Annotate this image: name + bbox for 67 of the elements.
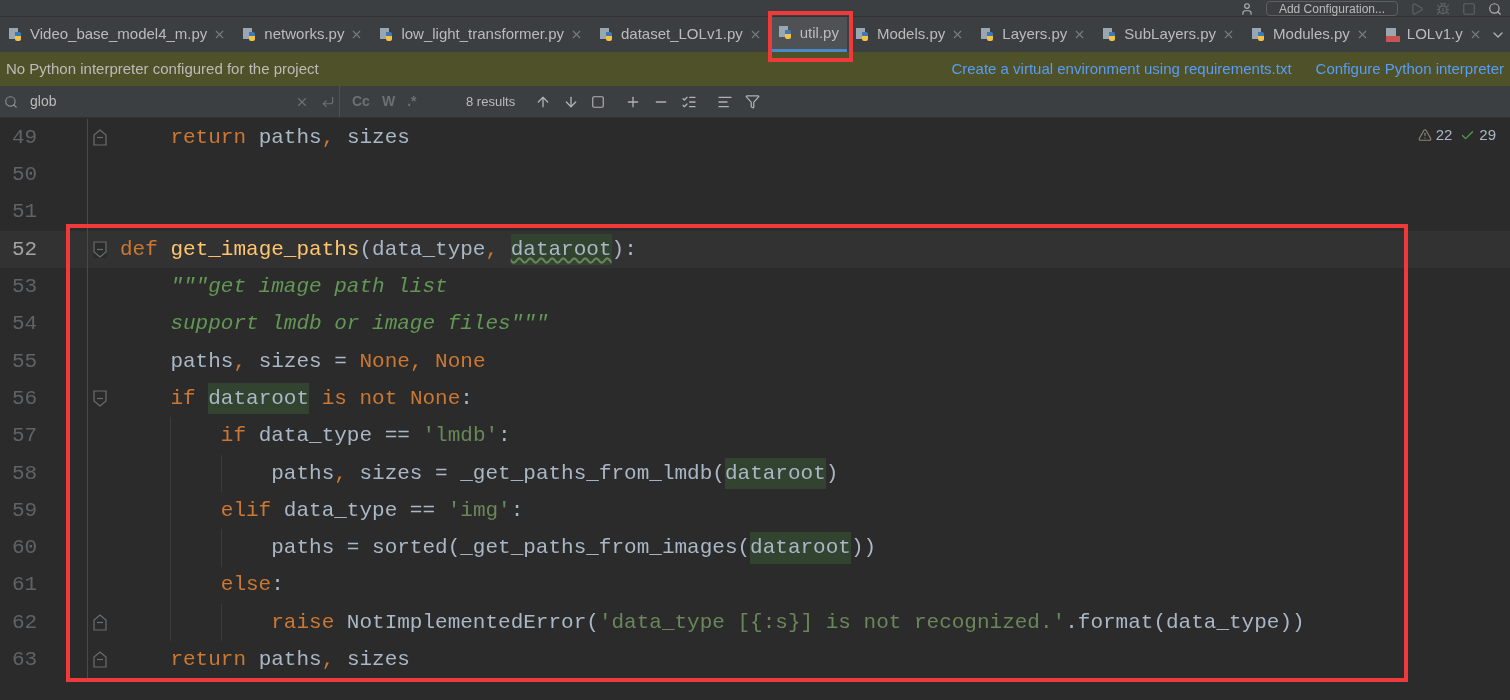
user-icon[interactable] (1239, 2, 1254, 16)
line-number: 53 (11, 274, 39, 301)
line-number: 59 (11, 497, 39, 524)
line-number: 51 (11, 199, 39, 226)
file-tab[interactable]: Video_base_model4_m.py (0, 17, 235, 52)
line-number: 56 (11, 385, 39, 412)
filter-icon[interactable] (745, 94, 761, 109)
code-line: return paths, sizes (169, 647, 410, 674)
results-count: 8 results (466, 92, 516, 111)
code-line: def get_image_paths(data_type, dataroot): (120, 230, 637, 269)
line-number: 57 (11, 423, 39, 450)
search-field[interactable]: glob (0, 86, 340, 117)
file-tab[interactable]: low_light_transformer.py (371, 17, 591, 52)
add-configuration-button[interactable]: Add Configuration... (1265, 1, 1398, 16)
yaml-file-icon (1384, 26, 1401, 43)
code-line: paths, sizes = None, None (169, 348, 486, 375)
file-tab[interactable]: Modules.py (1243, 17, 1377, 52)
unfold-icon[interactable] (93, 651, 107, 669)
search-icon[interactable] (1488, 2, 1502, 16)
unfold-icon[interactable] (93, 614, 107, 631)
code-line: """get image path list (169, 274, 448, 301)
line-number: 62 (11, 609, 39, 636)
python-file-icon (599, 26, 615, 43)
close-icon[interactable] (570, 28, 583, 41)
search-icon (4, 94, 18, 109)
line-number: 63 (11, 647, 39, 674)
code-line: else: (120, 566, 284, 604)
unfold-icon[interactable] (93, 129, 107, 147)
line-number: 58 (11, 460, 39, 487)
bug-icon[interactable] (1436, 2, 1450, 16)
python-file-icon (854, 26, 871, 43)
file-tab[interactable]: util.py (769, 17, 847, 52)
code-line: if data_type == 'lmdb': (120, 417, 511, 455)
warning-count[interactable]: 22 (1435, 124, 1453, 147)
typo-count[interactable]: 29 (1479, 124, 1496, 147)
line-number: 55 (11, 348, 39, 375)
newline-icon[interactable] (321, 94, 335, 109)
line-number: 60 (11, 535, 39, 562)
code-line: raise NotImplementedError('data_type [{:s}] is not recognized.'.format(data_type)) (120, 603, 1305, 642)
code-line: return paths, sizes (169, 124, 410, 151)
run-icon[interactable] (1410, 2, 1424, 16)
python-file-icon (8, 26, 24, 43)
warning-icon[interactable] (1417, 128, 1432, 143)
file-tab[interactable]: dataset_LOLv1.py (591, 17, 770, 52)
file-tab[interactable]: networks.py (234, 17, 372, 52)
file-tab[interactable]: LOLv1.y (1376, 17, 1490, 52)
fold-icon[interactable] (93, 390, 107, 408)
line-number: 54 (11, 311, 39, 338)
code-line: paths, sizes = _get_paths_from_lmdb(dataroot) (120, 454, 839, 492)
file-tab[interactable]: SubLayers.py (1094, 17, 1244, 52)
line-number: 50 (11, 162, 39, 189)
code-line: elif data_type == 'img': (120, 491, 524, 530)
line-number: 52 (11, 236, 39, 263)
code-line: paths = sorted(_get_paths_from_images(dataroot)) (120, 529, 877, 567)
python-file-icon (777, 25, 794, 41)
notification-message: No Python interpreter configured for the project (6, 58, 319, 79)
stop-icon[interactable] (1462, 2, 1476, 16)
line-number: 49 (11, 124, 39, 151)
code-line: support lmdb or image files""" (169, 311, 549, 338)
file-tab[interactable]: Layers.py (972, 17, 1095, 52)
fold-icon[interactable] (93, 241, 107, 259)
code-line: if dataroot is not None: (120, 380, 473, 418)
file-tab[interactable]: Models.py (846, 17, 973, 52)
notification-link[interactable]: Create a virtual environment using requirements.txt (951, 57, 1292, 81)
square-icon[interactable] (591, 94, 606, 109)
notification-link[interactable]: Configure Python interpreter (1315, 57, 1504, 81)
line-number: 61 (11, 572, 39, 599)
